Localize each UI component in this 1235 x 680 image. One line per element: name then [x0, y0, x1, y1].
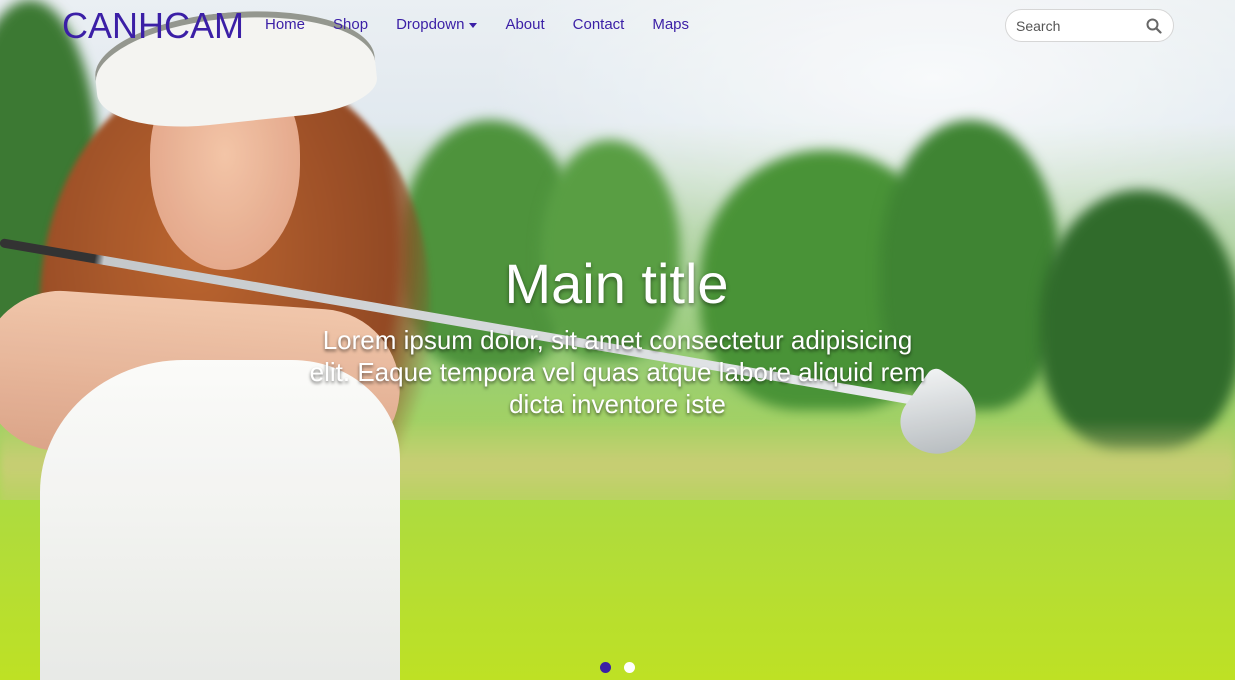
nav-menu: Home Shop Dropdown About Contact Maps	[265, 16, 717, 33]
caret-down-icon	[469, 23, 478, 28]
search-box	[1005, 9, 1174, 42]
carousel-caption: Main title Lorem ipsum dolor, sit amet c…	[0, 252, 1235, 420]
search-icon[interactable]	[1146, 18, 1162, 34]
nav-item-dropdown-label: Dropdown	[396, 16, 465, 33]
nav-item-maps[interactable]: Maps	[652, 16, 689, 33]
nav-item-contact[interactable]: Contact	[573, 16, 625, 33]
hero-title: Main title	[504, 252, 729, 315]
brand-logo[interactable]: CANHCAM	[62, 5, 244, 47]
hero-text: Lorem ipsum dolor, sit amet consectetur …	[309, 325, 926, 419]
nav-item-home[interactable]: Home	[265, 16, 305, 33]
carousel-indicators	[600, 662, 648, 673]
carousel-indicator-1[interactable]	[600, 662, 611, 673]
nav-item-dropdown[interactable]: Dropdown	[396, 16, 478, 33]
nav-item-about[interactable]: About	[505, 16, 544, 33]
carousel-indicator-2[interactable]	[624, 662, 635, 673]
nav-item-shop[interactable]: Shop	[333, 16, 368, 33]
search-input[interactable]	[1016, 17, 1136, 34]
navbar: CANHCAM Home Shop Dropdown About Contact…	[0, 0, 1235, 50]
